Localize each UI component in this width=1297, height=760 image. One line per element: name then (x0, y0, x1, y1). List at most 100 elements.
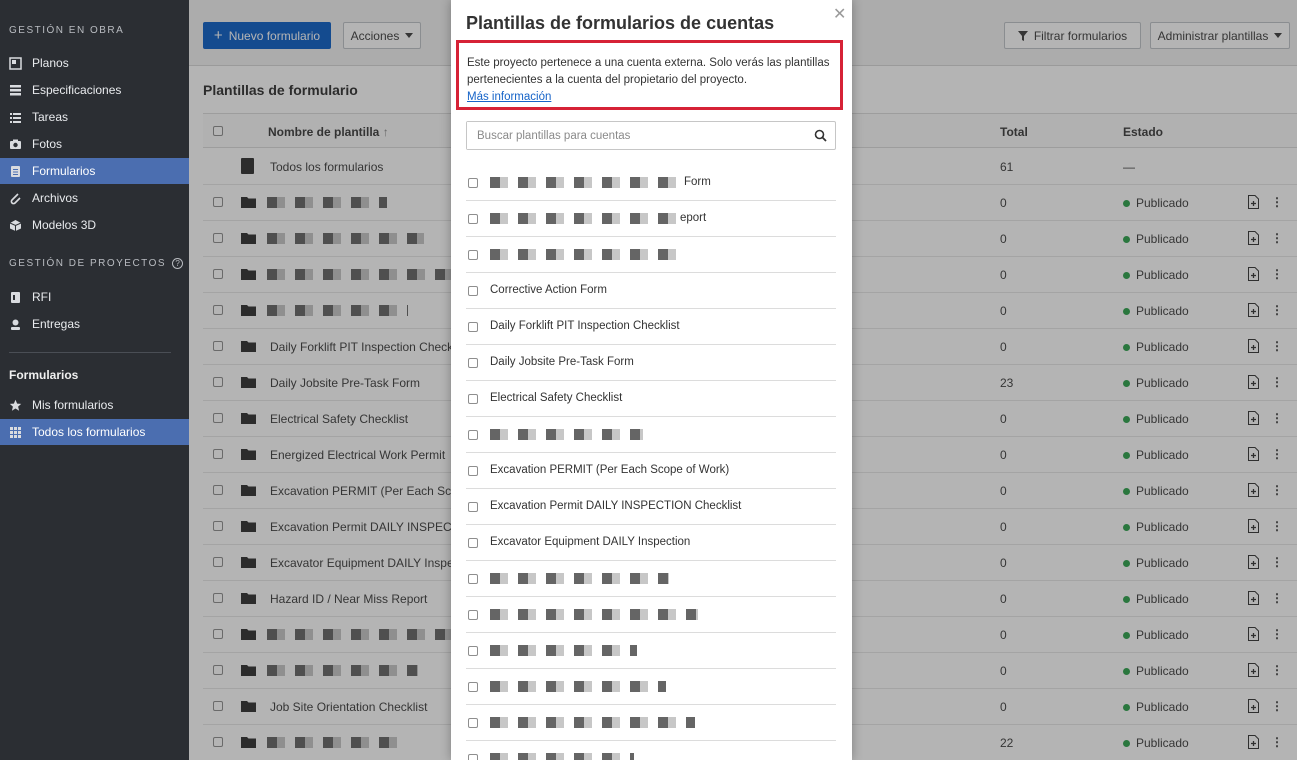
sidebar-item-label: Modelos 3D (32, 218, 97, 232)
template-list-item[interactable] (466, 237, 836, 273)
tasks-icon (9, 111, 22, 124)
template-checkbox[interactable] (468, 610, 478, 620)
template-checkbox[interactable] (468, 466, 478, 476)
sidebar-item-rfi[interactable]: RFI (0, 284, 189, 310)
template-list-item[interactable] (466, 669, 836, 705)
sidebar-item-tasks[interactable]: Tareas (0, 104, 189, 130)
template-checkbox[interactable] (468, 214, 478, 224)
template-checkbox[interactable] (468, 394, 478, 404)
sidebar-heading-forms: Formularios (9, 368, 79, 382)
template-list-item[interactable]: Form (466, 165, 836, 201)
template-checkbox[interactable] (468, 646, 478, 656)
template-list-item[interactable]: Excavation Permit DAILY INSPECTION Check… (466, 489, 836, 525)
redacted-name (490, 717, 695, 728)
template-label: Daily Forklift PIT Inspection Checklist (490, 320, 680, 332)
account-templates-modal: Plantillas de formularios de cuentas ✕ E… (451, 0, 852, 760)
sidebar-item-label: Formularios (32, 164, 96, 178)
sidebar-item-label: Todos los formularios (32, 425, 146, 439)
template-label: eport (680, 212, 707, 224)
template-checkbox[interactable] (468, 358, 478, 368)
redacted-name (490, 681, 666, 692)
template-list-item[interactable] (466, 417, 836, 453)
template-list-item[interactable]: Daily Forklift PIT Inspection Checklist (466, 309, 836, 345)
template-checkbox[interactable] (468, 538, 478, 548)
search-input[interactable] (467, 122, 797, 149)
sidebar: GESTIÓN EN OBRA Planos Especificaciones … (0, 0, 189, 760)
forms-icon (9, 165, 22, 178)
search-icon[interactable] (814, 129, 827, 142)
plans-icon (9, 56, 22, 70)
template-label: Excavator Equipment DAILY Inspection (490, 536, 691, 548)
template-label: Excavation PERMIT (Per Each Scope of Wor… (490, 464, 730, 476)
sidebar-item-label: Entregas (32, 317, 81, 331)
template-checkbox[interactable] (468, 430, 478, 440)
grid-icon (9, 426, 22, 439)
sidebar-item-files[interactable]: Archivos (0, 185, 189, 211)
external-account-notice: Este proyecto pertenece a una cuenta ext… (456, 40, 843, 110)
redacted-name (490, 177, 680, 188)
template-label: Daily Jobsite Pre-Task Form (490, 356, 634, 368)
paperclip-icon (9, 192, 22, 205)
template-list-item[interactable]: eport (466, 201, 836, 237)
template-checkbox[interactable] (468, 250, 478, 260)
sidebar-item-plans[interactable]: Planos (0, 50, 189, 76)
template-checkbox[interactable] (468, 718, 478, 728)
template-list-item[interactable] (466, 705, 836, 741)
template-label: Excavation Permit DAILY INSPECTION Check… (490, 500, 742, 512)
template-checkbox[interactable] (468, 682, 478, 692)
template-checkbox[interactable] (468, 754, 478, 760)
cube-icon (9, 219, 22, 232)
submittal-icon (9, 318, 22, 331)
template-checkbox[interactable] (468, 502, 478, 512)
sidebar-item-label: Especificaciones (32, 83, 122, 97)
sidebar-item-label: Planos (32, 56, 69, 70)
template-checkbox[interactable] (468, 286, 478, 296)
sidebar-item-my-forms[interactable]: Mis formularios (0, 392, 189, 418)
sidebar-item-label: Fotos (32, 137, 63, 151)
template-list-item[interactable] (466, 597, 836, 633)
sidebar-item-all-forms[interactable]: Todos los formularios (0, 419, 189, 445)
template-checkbox[interactable] (468, 178, 478, 188)
more-info-link[interactable]: Más información (467, 91, 551, 103)
sidebar-item-label: RFI (32, 290, 52, 304)
sidebar-item-submittals[interactable]: Entregas (0, 311, 189, 337)
redacted-name (490, 573, 669, 584)
section-title-text: GESTIÓN DE PROYECTOS (9, 258, 167, 269)
sidebar-item-specs[interactable]: Especificaciones (0, 77, 189, 103)
specs-icon (9, 84, 22, 97)
template-list-item[interactable]: Electrical Safety Checklist (466, 381, 836, 417)
template-list-item[interactable]: Corrective Action Form (466, 273, 836, 309)
modal-title: Plantillas de formularios de cuentas (466, 13, 775, 33)
notice-text: Este proyecto pertenece a una cuenta ext… (467, 57, 830, 86)
section-title-project: GESTIÓN DE PROYECTOS ? (9, 258, 184, 269)
sidebar-item-label: Mis formularios (32, 398, 114, 412)
sidebar-item-label: Tareas (32, 110, 69, 124)
template-label: Corrective Action Form (490, 284, 607, 296)
redacted-name (490, 753, 634, 760)
template-label: Form (684, 176, 711, 188)
redacted-name (490, 429, 643, 440)
close-icon[interactable]: ✕ (833, 4, 846, 24)
template-list-item[interactable]: Excavator Equipment DAILY Inspection (466, 525, 836, 561)
redacted-name (490, 213, 680, 224)
help-icon[interactable]: ? (172, 258, 184, 269)
section-title-site: GESTIÓN EN OBRA (9, 25, 125, 36)
camera-icon (9, 138, 22, 151)
template-label: Electrical Safety Checklist (490, 392, 623, 404)
star-icon (9, 399, 22, 412)
redacted-name (490, 609, 698, 620)
search-field[interactable] (466, 121, 836, 150)
template-list-item[interactable] (466, 633, 836, 669)
template-list-item[interactable]: Excavation PERMIT (Per Each Scope of Wor… (466, 453, 836, 489)
sidebar-item-3d-models[interactable]: Modelos 3D (0, 212, 189, 238)
sidebar-item-label: Archivos (32, 191, 79, 205)
template-checkbox[interactable] (468, 574, 478, 584)
redacted-name (490, 249, 678, 260)
sidebar-item-forms[interactable]: Formularios (0, 158, 189, 184)
template-list-item[interactable]: Daily Jobsite Pre-Task Form (466, 345, 836, 381)
template-list-item[interactable] (466, 561, 836, 597)
template-list-item[interactable] (466, 741, 836, 760)
sidebar-item-photos[interactable]: Fotos (0, 131, 189, 157)
template-checkbox[interactable] (468, 322, 478, 332)
sidebar-divider (9, 352, 171, 353)
